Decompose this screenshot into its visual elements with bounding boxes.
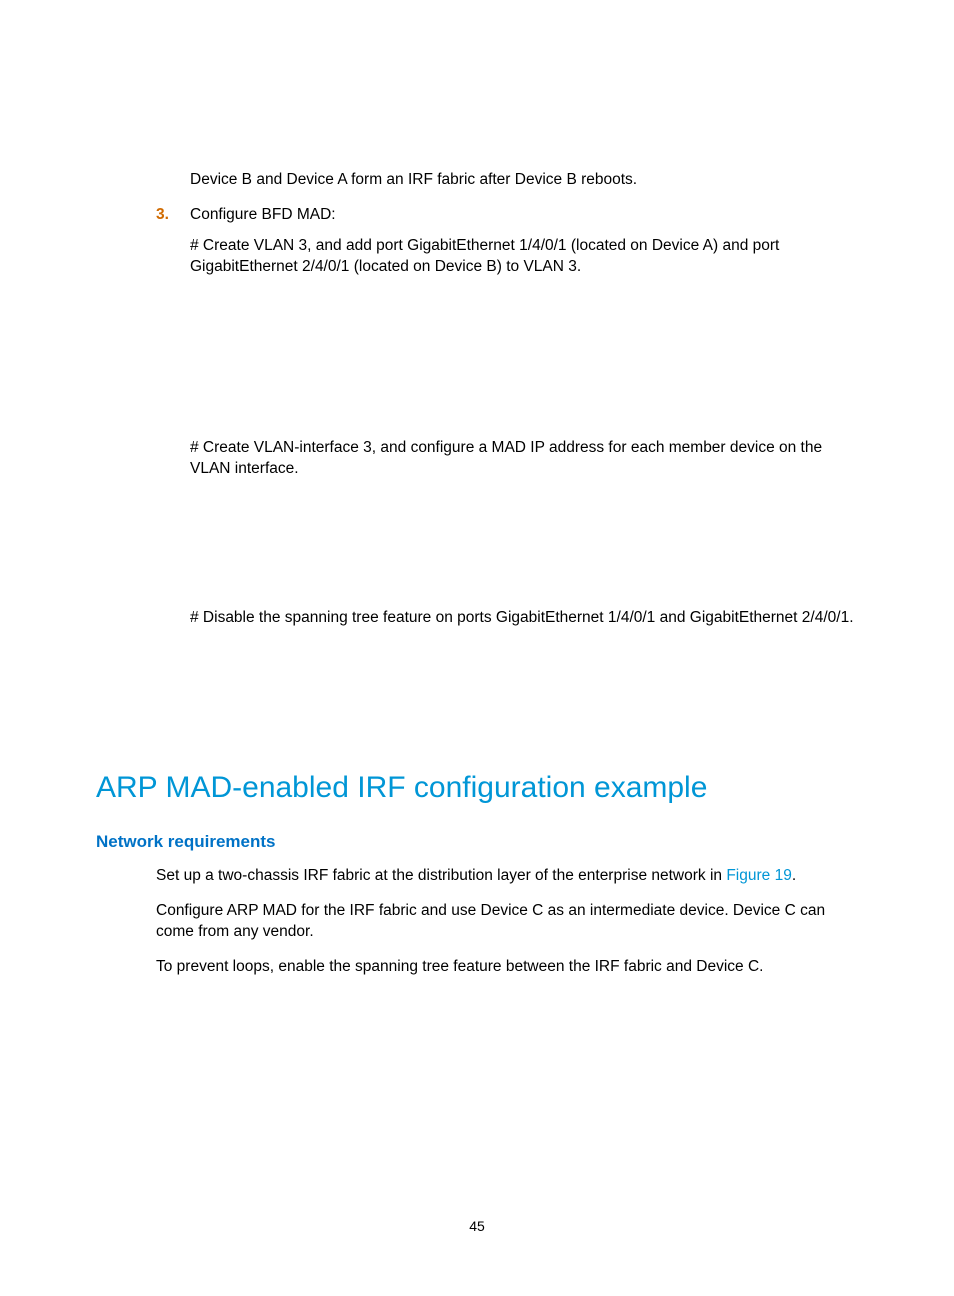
- step-3-number: 3.: [96, 205, 190, 769]
- intro-line: Device B and Device A form an IRF fabric…: [190, 170, 858, 191]
- nr-p1b: .: [792, 867, 796, 884]
- step-3-p2: # Create VLAN-interface 3, and configure…: [190, 438, 858, 480]
- section-heading: ARP MAD-enabled IRF configuration exampl…: [96, 768, 858, 809]
- nr-p2: Configure ARP MAD for the IRF fabric and…: [156, 901, 858, 943]
- step-3-p3: # Disable the spanning tree feature on p…: [190, 608, 858, 629]
- intro-text: Device B and Device A form an IRF fabric…: [190, 170, 858, 191]
- nr-p3: To prevent loops, enable the spanning tr…: [156, 957, 858, 978]
- subsection-heading: Network requirements: [96, 831, 858, 854]
- step-3-title: Configure BFD MAD:: [190, 205, 858, 226]
- figure-19-link[interactable]: Figure 19: [726, 867, 791, 884]
- nr-p1: Set up a two-chassis IRF fabric at the d…: [156, 866, 858, 887]
- step-3-body: Configure BFD MAD: # Create VLAN 3, and …: [190, 205, 858, 769]
- step-3: 3. Configure BFD MAD: # Create VLAN 3, a…: [96, 205, 858, 769]
- page: Device B and Device A form an IRF fabric…: [0, 0, 954, 1296]
- network-requirements-body: Set up a two-chassis IRF fabric at the d…: [156, 866, 858, 978]
- step-3-p1: # Create VLAN 3, and add port GigabitEth…: [190, 236, 858, 278]
- blank-space-1: [190, 288, 858, 438]
- nr-p1a: Set up a two-chassis IRF fabric at the d…: [156, 867, 726, 884]
- page-number: 45: [0, 1217, 954, 1236]
- blank-space-3: [190, 638, 858, 768]
- blank-space-2: [190, 490, 858, 608]
